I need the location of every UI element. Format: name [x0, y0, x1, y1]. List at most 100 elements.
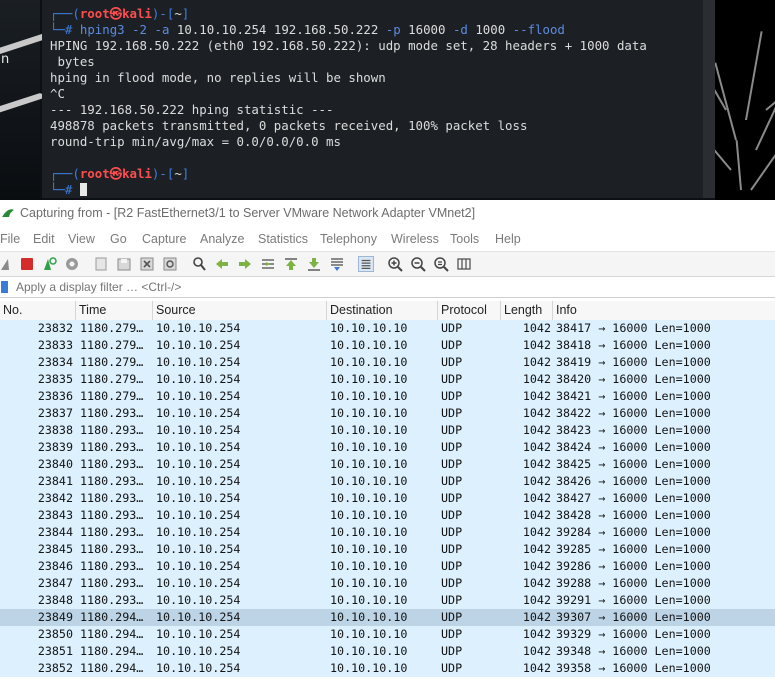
desktop-background: n ┌──(root㉿kali)-[~] └─# hping3 -2 -a 10…	[0, 0, 775, 200]
terminal-input-line[interactable]: └─#	[50, 182, 87, 198]
menu-tools[interactable]: Tools	[450, 228, 479, 250]
go-forward-icon[interactable]	[237, 256, 253, 272]
column-header-protocol[interactable]: Protocol	[438, 301, 501, 320]
go-to-packet-icon[interactable]	[260, 256, 276, 272]
desktop-right-wallpaper	[715, 0, 775, 200]
packet-info: 38422 → 16000 Len=1000	[556, 406, 711, 420]
packet-source: 10.10.10.254	[156, 525, 241, 539]
packet-no: 23845	[37, 542, 73, 556]
find-packet-icon[interactable]	[191, 256, 207, 272]
menu-statistics[interactable]: Statistics	[258, 228, 308, 250]
colorize-icon[interactable]	[358, 256, 374, 272]
reload-file-icon[interactable]	[162, 256, 178, 272]
packet-no: 23836	[37, 389, 73, 403]
menu-view[interactable]: View	[68, 228, 95, 250]
packet-length: 1042	[522, 559, 551, 573]
zoom-normal-icon[interactable]	[433, 256, 449, 272]
command-arg: 192.168.50.222	[273, 22, 379, 37]
menu-edit[interactable]: Edit	[33, 228, 55, 250]
capture-options-icon[interactable]	[64, 256, 80, 272]
terminal-cursor	[79, 183, 87, 196]
packet-length: 1042	[522, 491, 551, 505]
wallpaper-spike	[735, 140, 742, 191]
packet-protocol: UDP	[441, 372, 463, 386]
autoscroll-icon[interactable]	[329, 256, 345, 272]
packet-row[interactable]: 23844 1180.293… 10.10.10.254 10.10.10.10 UDP…	[0, 524, 775, 541]
packet-destination: 10.10.10.10	[330, 338, 408, 352]
open-file-icon[interactable]	[93, 256, 109, 272]
window-titlebar[interactable]: Capturing from - [R2 FastEthernet3/1 to …	[0, 200, 775, 226]
wireshark-window: Capturing from - [R2 FastEthernet3/1 to …	[0, 200, 775, 679]
packet-row[interactable]: 23835 1180.279… 10.10.10.254 10.10.10.10 UDP…	[0, 371, 775, 388]
menu-analyze[interactable]: Analyze	[200, 228, 244, 250]
packet-time: 1180.293…	[80, 559, 144, 573]
shark-fin-icon[interactable]	[0, 256, 16, 272]
display-filter-input[interactable]	[16, 279, 756, 295]
save-file-icon[interactable]	[116, 256, 132, 272]
packet-row[interactable]: 23847 1180.293… 10.10.10.254 10.10.10.10 UDP…	[0, 575, 775, 592]
terminal-scrollbar[interactable]	[703, 0, 715, 198]
go-first-icon[interactable]	[283, 256, 299, 272]
packet-info: 38423 → 16000 Len=1000	[556, 423, 711, 437]
filter-bookmark-icon[interactable]	[1, 281, 8, 293]
packet-row[interactable]: 23838 1180.293… 10.10.10.254 10.10.10.10 UDP…	[0, 422, 775, 439]
column-header-destination[interactable]: Destination	[327, 301, 438, 320]
packet-row[interactable]: 23850 1180.294… 10.10.10.254 10.10.10.10 UDP…	[0, 626, 775, 643]
terminal-window[interactable]: ┌──(root㉿kali)-[~] └─# hping3 -2 -a 10.1…	[42, 0, 704, 198]
packet-info: 38421 → 16000 Len=1000	[556, 389, 711, 403]
packet-destination: 10.10.10.10	[330, 644, 408, 658]
packet-info: 38420 → 16000 Len=1000	[556, 372, 711, 386]
packet-row[interactable]: 23834 1180.279… 10.10.10.254 10.10.10.10 UDP…	[0, 354, 775, 371]
menu-wireless[interactable]: Wireless	[391, 228, 439, 250]
terminal-output-line: bytes	[50, 54, 95, 69]
packet-protocol: UDP	[441, 610, 463, 624]
packet-row[interactable]: 23849 1180.294… 10.10.10.254 10.10.10.10 UDP…	[0, 609, 775, 626]
packet-row[interactable]: 23846 1180.293… 10.10.10.254 10.10.10.10 UDP…	[0, 558, 775, 575]
go-last-icon[interactable]	[306, 256, 322, 272]
packet-length: 1042	[522, 389, 551, 403]
packet-source: 10.10.10.254	[156, 627, 241, 641]
menu-capture[interactable]: Capture	[142, 228, 186, 250]
packet-protocol: UDP	[441, 457, 463, 471]
packet-row[interactable]: 23843 1180.293… 10.10.10.254 10.10.10.10 UDP…	[0, 507, 775, 524]
menu-file[interactable]: File	[0, 228, 20, 250]
packet-row[interactable]: 23848 1180.293… 10.10.10.254 10.10.10.10 UDP…	[0, 592, 775, 609]
packet-time: 1180.279…	[80, 389, 144, 403]
restart-capture-icon[interactable]	[41, 256, 57, 272]
packet-row[interactable]: 23841 1180.293… 10.10.10.254 10.10.10.10 UDP…	[0, 473, 775, 490]
menu-go[interactable]: Go	[110, 228, 127, 250]
zoom-in-icon[interactable]	[387, 256, 403, 272]
packet-destination: 10.10.10.10	[330, 423, 408, 437]
packet-protocol: UDP	[441, 542, 463, 556]
packet-source: 10.10.10.254	[156, 593, 241, 607]
stop-capture-icon[interactable]	[19, 256, 35, 272]
resize-columns-icon[interactable]	[456, 256, 472, 272]
packet-destination: 10.10.10.10	[330, 610, 408, 624]
packet-protocol: UDP	[441, 423, 463, 437]
menu-help[interactable]: Help	[495, 228, 521, 250]
packet-list-header: No. Time Source Destination Protocol Len…	[0, 301, 775, 321]
packet-row[interactable]: 23845 1180.293… 10.10.10.254 10.10.10.10 UDP…	[0, 541, 775, 558]
terminal-output-line: 498878 packets transmitted, 0 packets re…	[50, 118, 528, 133]
packet-row[interactable]: 23836 1180.279… 10.10.10.254 10.10.10.10 UDP…	[0, 388, 775, 405]
close-file-icon[interactable]	[139, 256, 155, 272]
packet-destination: 10.10.10.10	[330, 593, 408, 607]
packet-row[interactable]: 23832 1180.279… 10.10.10.254 10.10.10.10 UDP…	[0, 320, 775, 337]
packet-row[interactable]: 23837 1180.293… 10.10.10.254 10.10.10.10 UDP…	[0, 405, 775, 422]
column-header-time[interactable]: Time	[76, 301, 153, 320]
column-header-no[interactable]: No.	[0, 301, 76, 320]
packet-row[interactable]: 23833 1180.279… 10.10.10.254 10.10.10.10 UDP…	[0, 337, 775, 354]
column-header-length[interactable]: Length	[501, 301, 553, 320]
packet-row[interactable]: 23842 1180.293… 10.10.10.254 10.10.10.10 UDP…	[0, 490, 775, 507]
packet-row[interactable]: 23840 1180.293… 10.10.10.254 10.10.10.10 UDP…	[0, 456, 775, 473]
menu-telephony[interactable]: Telephony	[320, 228, 377, 250]
column-header-info[interactable]: Info	[553, 301, 775, 320]
go-back-icon[interactable]	[214, 256, 230, 272]
column-header-source[interactable]: Source	[153, 301, 327, 320]
packet-row[interactable]: 23839 1180.293… 10.10.10.254 10.10.10.10 UDP…	[0, 439, 775, 456]
wallpaper-spike	[750, 132, 775, 191]
packet-row[interactable]: 23852 1180.294… 10.10.10.254 10.10.10.10 UDP…	[0, 660, 775, 677]
packet-row[interactable]: 23851 1180.294… 10.10.10.254 10.10.10.10 UDP…	[0, 643, 775, 660]
zoom-out-icon[interactable]	[410, 256, 426, 272]
packet-protocol: UDP	[441, 508, 463, 522]
